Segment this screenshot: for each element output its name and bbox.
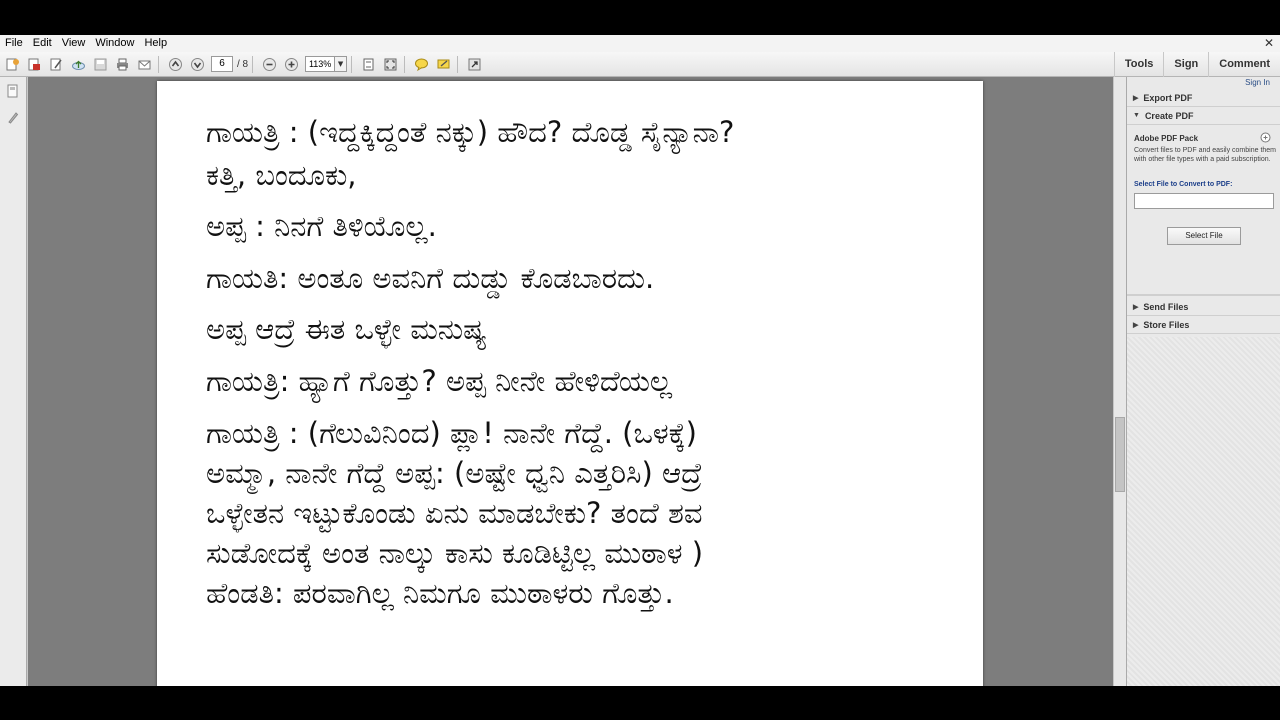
zoom-out-icon[interactable]: [260, 55, 279, 74]
tools-tab[interactable]: Tools: [1113, 52, 1164, 77]
expand-icon[interactable]: [465, 55, 484, 74]
letterbox-top: [0, 0, 1280, 35]
letterbox-bottom: [0, 686, 1280, 720]
document-line: ಕತ್ತಿ, ಬಂದೂಕು,: [206, 158, 357, 192]
select-file-label: Select File to Convert to PDF:: [1134, 181, 1233, 188]
create-pdf-icon[interactable]: [25, 55, 44, 74]
edit-icon[interactable]: [47, 55, 66, 74]
acrobat-window: File Edit View Window Help ✕ 6 / 8 113% …: [0, 35, 1280, 686]
print-icon[interactable]: [113, 55, 132, 74]
pane-background: [1127, 337, 1280, 686]
zoom-in-icon[interactable]: [282, 55, 301, 74]
sign-tab[interactable]: Sign: [1163, 52, 1208, 77]
page-total: / 8: [237, 58, 249, 70]
toolbar-divider: [457, 55, 459, 73]
sign-in-link[interactable]: Sign In: [1245, 78, 1270, 87]
document-line: ಗಾಯತಿ: ಅಂತೂ ಅವನಿಗೆ ದುಡ್ಡು ಕೊಡಬಾರದು.: [206, 261, 655, 295]
document-line: ಹೆಂಡತಿ: ಪರವಾಗಿಲ್ಲ ನಿಮಗೂ ಮುಠಾಳರು ಗೊತ್ತು.: [206, 576, 674, 610]
toolbar-divider: [404, 55, 406, 73]
pdf-pack-description: Convert files to PDF and easily combine …: [1134, 147, 1277, 163]
previous-page-icon[interactable]: [166, 55, 185, 74]
document-line: ಗಾಯತ್ರಿ: ಹ್ಯಾಗೆ ಗೊತ್ತು? ಅಪ್ಪ ನೀನೇ ಹೇಳಿದೆ…: [206, 364, 673, 398]
email-icon[interactable]: [135, 55, 154, 74]
document-line: ಅಪ್ಪ : ನಿನಗೆ ತಿಳಿಯೊಲ್ಲ.: [206, 209, 437, 243]
toolbar-divider: [158, 55, 159, 73]
fit-page-icon[interactable]: [359, 55, 378, 74]
select-file-field[interactable]: [1134, 193, 1274, 209]
store-files-label: Store Files: [1143, 319, 1190, 330]
store-files-panel[interactable]: ▶ Store Files: [1127, 316, 1280, 334]
document-line: ಅಮ್ಮಾ, ನಾನೇ ಗೆದ್ದೆ ಅಪ್ಪ: (ಅಷ್ಟೇ ಧ್ವನಿ ಎತ…: [206, 456, 703, 490]
menu-view[interactable]: View: [57, 35, 91, 52]
task-pane-links: Tools Sign Comment: [1113, 52, 1280, 77]
expand-arrow-icon: ▶: [1133, 94, 1139, 102]
next-page-icon[interactable]: [188, 55, 207, 74]
document-line: ಗಾಯತ್ರಿ : (ಗೆಲುವಿನಿಂದ) ಪ್ಲಾ! ನಾನೇ ಗೆದ್ದೆ…: [206, 416, 697, 450]
comment-tab[interactable]: Comment: [1208, 52, 1280, 77]
export-pdf-label: Export PDF: [1143, 92, 1193, 103]
save-icon[interactable]: [91, 55, 110, 74]
document-view[interactable]: ಗಾಯತ್ರಿ : (ಇದ್ದಕ್ಕಿದ್ದಂತೆ ನಕ್ಕು) ಹೌದ? ದೊ…: [28, 77, 1113, 686]
toolbar-divider: [351, 55, 353, 73]
toolbar: 6 / 8 113% ▼ Tools Sign Comment: [0, 52, 1280, 77]
expand-arrow-icon: ▶: [1133, 303, 1139, 311]
navigation-pane: [0, 77, 27, 686]
collapse-arrow-icon: ▼: [1133, 112, 1140, 119]
document-line: ಅಪ್ಪ ಆದ್ರೆ ಈತ ಒಳ್ಳೇ ಮನುಷ್ಯ: [206, 312, 487, 346]
menu-window[interactable]: Window: [90, 35, 139, 52]
cloud-upload-icon[interactable]: [69, 55, 88, 74]
document-line: ಒಳ್ಳೇತನ ಇಟ್ಟುಕೊಂಡು ಏನು ಮಾಡಬೇಕು? ತಂದೆ ಶವ: [206, 496, 703, 530]
info-icon[interactable]: [1260, 132, 1271, 143]
menu-file[interactable]: File: [0, 35, 28, 52]
page-number-input[interactable]: 6: [211, 56, 233, 72]
tools-pane: Sign In ▶ Export PDF ▼ Create PDF Adobe …: [1126, 77, 1280, 686]
signature-pen-icon[interactable]: [6, 110, 20, 124]
create-pdf-label: Create PDF: [1144, 110, 1194, 121]
close-document-icon[interactable]: ✕: [1264, 36, 1274, 50]
expand-arrow-icon: ▶: [1133, 321, 1139, 329]
menu-bar: File Edit View Window Help ✕: [0, 35, 1280, 52]
zoom-dropdown-icon[interactable]: ▼: [335, 56, 348, 72]
send-files-label: Send Files: [1143, 301, 1189, 312]
toolbar-divider: [252, 55, 254, 73]
document-line: ಸುಡೋದಕ್ಕೆ ಅಂತ ನಾಲ್ಕು ಕಾಸು ಕೂಡಿಟ್ಟಿಲ್ಲ ಮು…: [206, 536, 704, 570]
pdf-page: ಗಾಯತ್ರಿ : (ಇದ್ದಕ್ಕಿದ್ದಂತೆ ನಕ್ಕು) ಹೌದ? ದೊ…: [157, 81, 983, 686]
page-thumbnails-icon[interactable]: [6, 84, 20, 98]
create-icon[interactable]: [3, 55, 22, 74]
export-pdf-panel[interactable]: ▶ Export PDF: [1127, 89, 1280, 107]
document-line: ಗಾಯತ್ರಿ : (ಇದ್ದಕ್ಕಿದ್ದಂತೆ ನಕ್ಕು) ಹೌದ? ದೊ…: [206, 115, 735, 149]
create-pdf-panel[interactable]: ▼ Create PDF: [1127, 107, 1280, 125]
scrollbar-thumb[interactable]: [1115, 417, 1125, 492]
full-screen-icon[interactable]: [381, 55, 400, 74]
menu-edit[interactable]: Edit: [28, 35, 57, 52]
comment-bubble-icon[interactable]: [412, 55, 431, 74]
menu-help[interactable]: Help: [139, 35, 172, 52]
pdf-pack-title: Adobe PDF Pack: [1134, 134, 1199, 143]
zoom-level-input[interactable]: 113%: [305, 56, 336, 72]
send-files-panel[interactable]: ▶ Send Files: [1127, 298, 1280, 316]
panel-divider: [1127, 294, 1280, 296]
select-file-button[interactable]: Select File: [1167, 227, 1241, 245]
vertical-scrollbar[interactable]: [1113, 77, 1126, 686]
highlight-icon[interactable]: [434, 55, 453, 74]
